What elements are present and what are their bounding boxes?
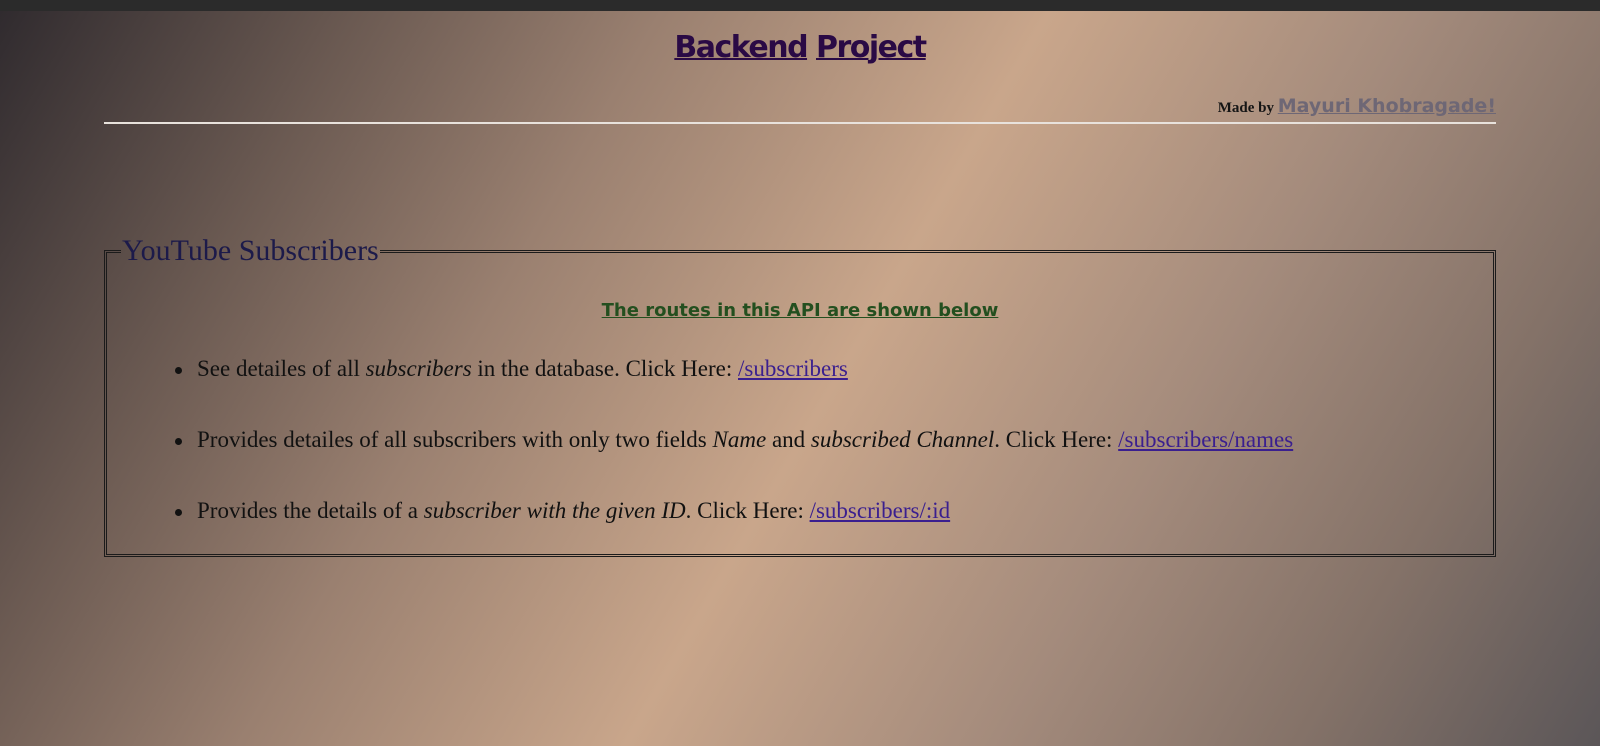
- route-text: . Click Here:: [685, 498, 810, 523]
- made-by-credit: Made by Mayuri Khobragade!: [1218, 95, 1496, 117]
- title-word-project: Project: [816, 30, 927, 65]
- routes-list: See detailes of all subscribers in the d…: [173, 356, 1293, 569]
- route-italic: subscribed Channel: [810, 427, 995, 452]
- route-italic: subscribers: [365, 356, 472, 381]
- subscribers-fieldset: YouTube Subscribers The routes in this A…: [104, 234, 1496, 557]
- header-divider: [104, 122, 1496, 124]
- route-text: See detailes of all: [197, 356, 366, 381]
- author-name: Mayuri Khobragade!: [1277, 95, 1496, 117]
- fieldset-legend: YouTube Subscribers: [122, 234, 379, 267]
- route-item-subscribers: See detailes of all subscribers in the d…: [173, 356, 1293, 427]
- route-italic: subscriber with the given ID: [423, 498, 686, 523]
- link-subscribers[interactable]: /subscribers: [738, 356, 848, 381]
- made-by-label: Made by: [1217, 100, 1275, 116]
- route-text: Provides the details of a: [197, 498, 424, 523]
- route-text: . Click Here:: [994, 427, 1119, 452]
- browser-top-strip: [0, 0, 1600, 11]
- page-title: Backend Project: [0, 30, 1600, 65]
- routes-heading: The routes in this API are shown below: [601, 300, 999, 321]
- title-word-backend: Backend: [674, 30, 808, 65]
- route-italic: Name: [712, 427, 767, 452]
- route-text: Provides detailes of all subscribers wit…: [197, 427, 713, 452]
- route-text: in the database. Click Here:: [471, 356, 738, 381]
- route-item-by-id: Provides the details of a subscriber wit…: [173, 498, 1293, 569]
- route-item-names: Provides detailes of all subscribers wit…: [173, 427, 1293, 498]
- link-subscriber-by-id[interactable]: /subscribers/:id: [810, 498, 951, 523]
- link-subscribers-names[interactable]: /subscribers/names: [1118, 427, 1293, 452]
- route-text: and: [766, 427, 811, 452]
